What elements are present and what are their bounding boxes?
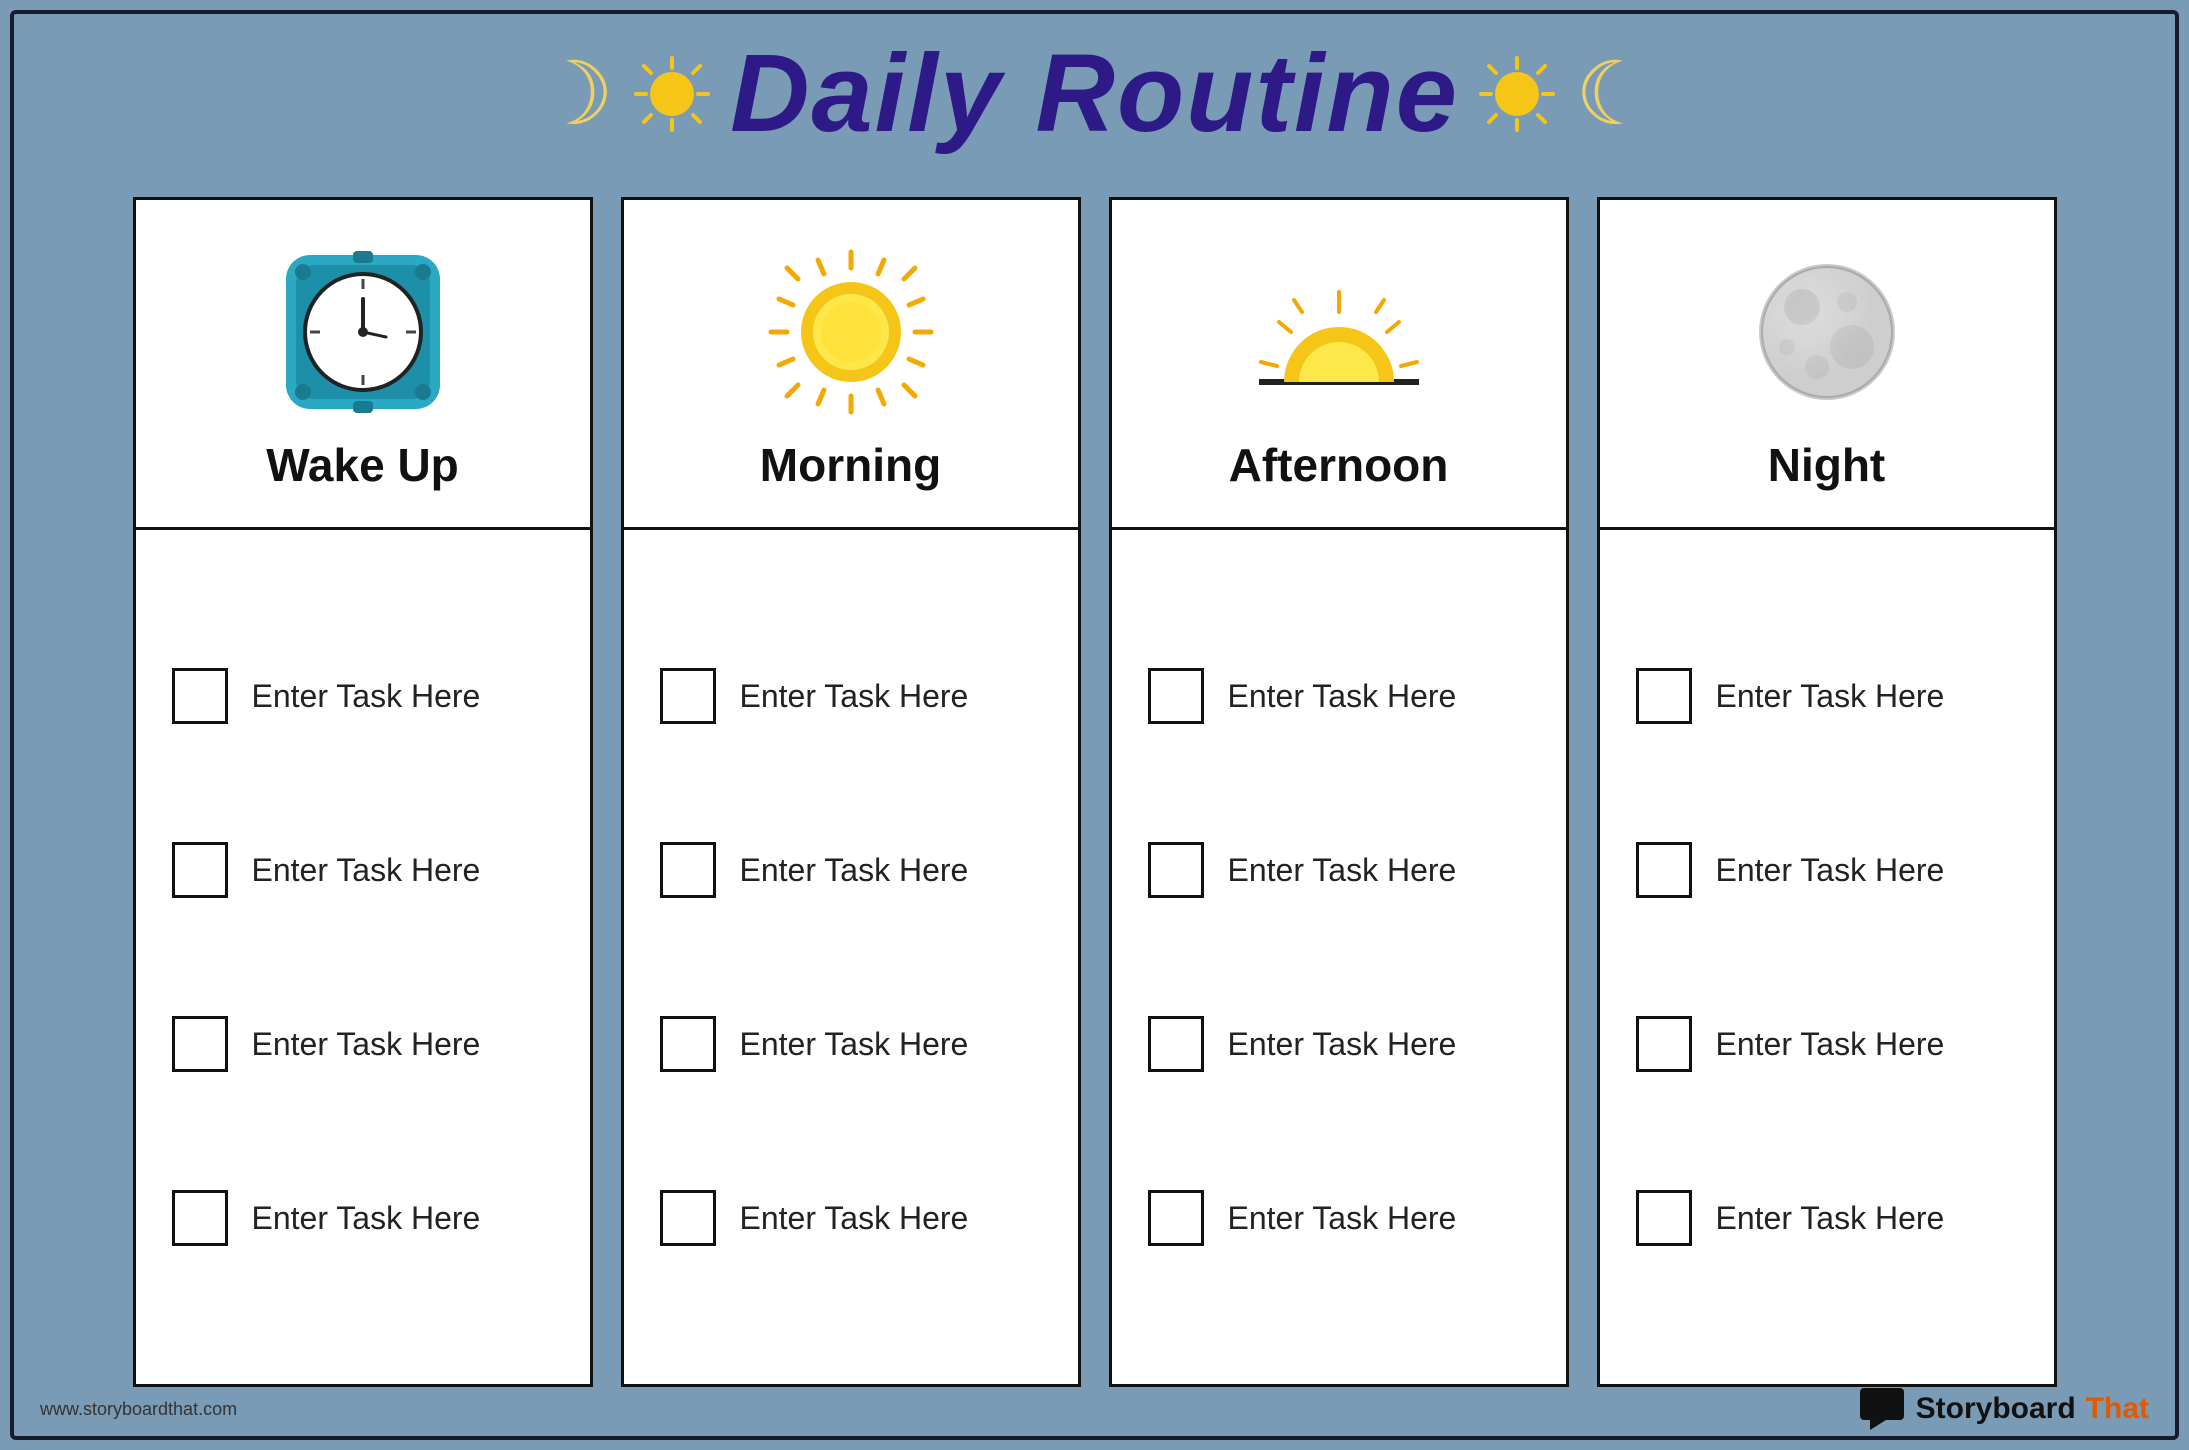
moon-right-icon: ☽ bbox=[1575, 50, 1654, 138]
footer-url: www.storyboardthat.com bbox=[40, 1399, 237, 1420]
storyboard-icon bbox=[1860, 1388, 1906, 1430]
outer-border bbox=[10, 10, 2179, 1440]
footer-brand: Storyboard That bbox=[1860, 1388, 2149, 1430]
afternoon-sun-icon bbox=[1239, 242, 1439, 422]
brand-name: Storyboard bbox=[1916, 1392, 2076, 1426]
brand-suffix: That bbox=[2086, 1392, 2149, 1426]
footer: www.storyboardthat.com Storyboard That bbox=[40, 1388, 2149, 1430]
